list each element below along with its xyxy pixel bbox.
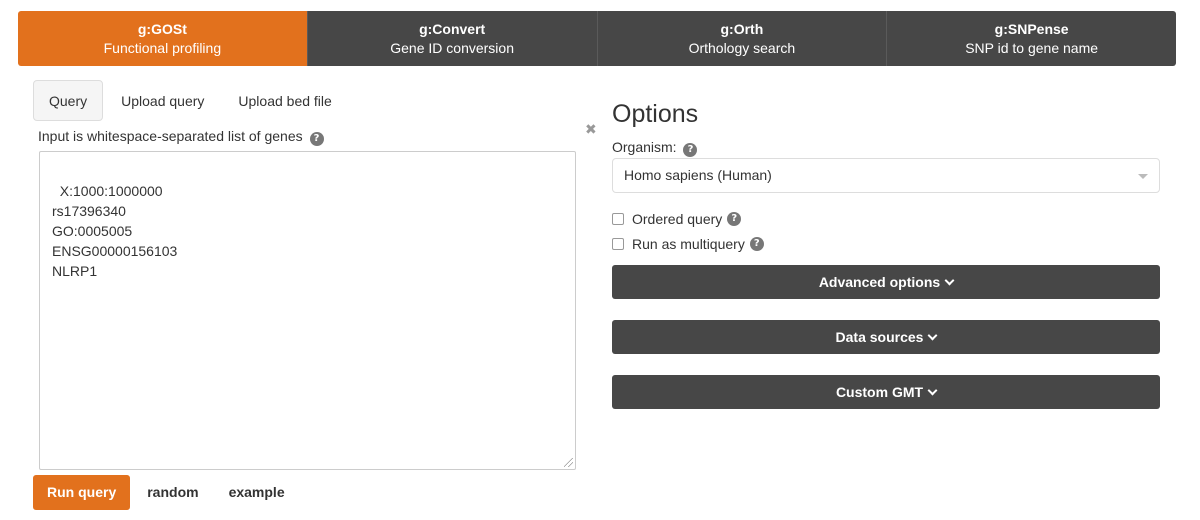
query-tabs: Query Upload query Upload bed file (33, 80, 350, 121)
organism-select-value: Homo sapiens (Human) (624, 167, 772, 183)
multiquery-row: Run as multiquery ? (612, 234, 764, 254)
input-label: Input is whitespace-separated list of ge… (38, 126, 324, 146)
nav-tab-title: g:GOSt (137, 21, 187, 37)
advanced-options-button[interactable]: Advanced options (612, 265, 1160, 299)
ordered-query-checkbox[interactable] (612, 213, 624, 225)
ordered-query-row: Ordered query ? (612, 209, 742, 229)
clear-icon[interactable]: ✖ (585, 122, 597, 138)
example-button[interactable]: example (229, 475, 285, 510)
data-sources-button[interactable]: Data sources (612, 320, 1160, 354)
query-actions: Run query random example (33, 475, 285, 510)
chevron-down-icon (927, 385, 938, 396)
caret-down-icon (1138, 174, 1148, 179)
nav-tab-subtitle: Functional profiling (103, 40, 222, 56)
custom-gmt-label: Custom GMT (835, 384, 924, 400)
tab-upload-bed-file[interactable]: Upload bed file (222, 80, 347, 121)
resize-handle[interactable] (564, 458, 573, 467)
run-query-button[interactable]: Run query (33, 475, 131, 510)
question-circle-icon[interactable]: ? (727, 212, 742, 226)
nav-tab-snpense[interactable]: g:SNPense SNP id to gene name (887, 11, 1176, 66)
query-input[interactable]: X:1000:1000000 rs17396340 GO:0005005 ENS… (39, 151, 576, 470)
nav-tab-subtitle: Orthology search (688, 40, 796, 56)
nav-tab-convert[interactable]: g:Convert Gene ID conversion (307, 11, 598, 66)
custom-gmt-button[interactable]: Custom GMT (612, 375, 1160, 409)
organism-select[interactable]: Homo sapiens (Human) (612, 158, 1160, 193)
multiquery-label: Run as multiquery (632, 236, 745, 252)
random-button[interactable]: random (147, 475, 198, 510)
tab-upload-query[interactable]: Upload query (105, 80, 220, 121)
top-navigation: g:GOSt Functional profiling g:Convert Ge… (18, 11, 1176, 66)
organism-label: Organism: ? (612, 137, 698, 157)
data-sources-label: Data sources (835, 329, 924, 345)
query-input-text: X:1000:1000000 rs17396340 GO:0005005 ENS… (52, 183, 178, 279)
nav-tab-orth[interactable]: g:Orth Orthology search (597, 11, 888, 66)
nav-tab-title: g:SNPense (994, 21, 1069, 37)
nav-tab-subtitle: SNP id to gene name (965, 40, 1099, 56)
ordered-query-label: Ordered query (632, 211, 723, 227)
nav-tab-title: g:Orth (720, 21, 764, 37)
advanced-options-label: Advanced options (818, 274, 941, 290)
chevron-down-icon (928, 330, 938, 341)
question-circle-icon[interactable]: ? (309, 132, 324, 146)
tab-query[interactable]: Query (33, 80, 104, 121)
organism-label-text: Organism: (612, 139, 677, 155)
input-label-text: Input is whitespace-separated list of ge… (38, 128, 303, 144)
nav-tab-gost[interactable]: g:GOSt Functional profiling (18, 11, 308, 66)
multiquery-checkbox[interactable] (612, 238, 624, 250)
chevron-down-icon (944, 275, 955, 286)
nav-tab-title: g:Convert (419, 21, 486, 37)
options-title: Options (612, 100, 699, 128)
question-circle-icon[interactable]: ? (683, 143, 698, 157)
question-circle-icon[interactable]: ? (749, 237, 764, 251)
nav-tab-subtitle: Gene ID conversion (390, 40, 514, 56)
